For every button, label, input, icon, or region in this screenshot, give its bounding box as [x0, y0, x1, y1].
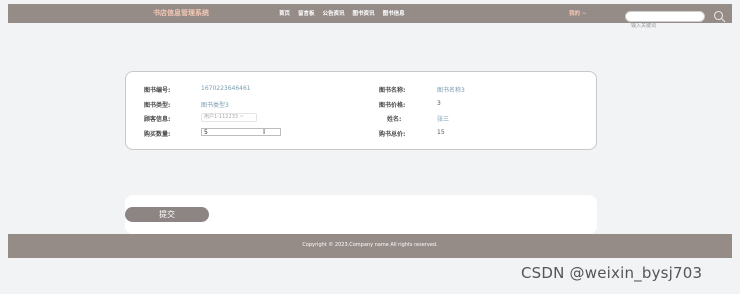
footer: Copyright © 2023.Company name All rights… [8, 234, 732, 258]
nav-book-info[interactable]: 图书信息 [383, 9, 405, 17]
nav-book-news[interactable]: 图书资讯 [353, 9, 375, 17]
book-price-label: 图书价格: [379, 102, 406, 109]
quantity-input[interactable] [201, 128, 281, 136]
book-type-value: 图书类型3 [201, 102, 229, 109]
book-name-value: 图书名称3 [437, 87, 465, 94]
text-cursor-icon: I [263, 128, 266, 136]
search-box [625, 11, 705, 31]
nav-announcements[interactable]: 公告资讯 [323, 9, 345, 17]
quantity-label: 购买数量: [144, 131, 171, 138]
book-no-label: 图书编号: [144, 87, 171, 94]
customer-select[interactable]: 用户1-112233 ~ [201, 113, 257, 122]
watermark: CSDN @weixin_bysj703 [521, 264, 703, 282]
name-label: 姓名: [387, 116, 402, 123]
copyright-text: Copyright © 2023.Company name All rights… [302, 242, 438, 248]
main-nav: 首页 留言板 公告资讯 图书资讯 图书信息 [279, 9, 405, 17]
nav-home[interactable]: 首页 [279, 9, 290, 17]
search-input[interactable] [626, 21, 703, 31]
total-label: 购书总价: [379, 131, 406, 138]
name-value: 张三 [437, 116, 450, 123]
book-name-label: 图书名称: [379, 87, 406, 94]
top-navbar: 书店信息管理系统 首页 留言板 公告资讯 图书资讯 图书信息 我的 ~ [8, 4, 732, 31]
search-icon[interactable] [713, 10, 726, 23]
total-value: 15 [437, 129, 445, 136]
book-price-value: 3 [437, 100, 441, 107]
nav-message-board[interactable]: 留言板 [298, 9, 315, 17]
site-title[interactable]: 书店信息管理系统 [153, 8, 209, 18]
book-type-label: 图书类型: [144, 102, 171, 109]
order-form-card: 图书编号: 1670223646461 图书名称: 图书名称3 图书类型: 图书… [125, 71, 597, 150]
book-no-value: 1670223646461 [201, 85, 251, 92]
submit-button[interactable]: 提交 [125, 207, 209, 222]
customer-label: 顾客信息: [144, 116, 171, 123]
user-menu[interactable]: 我的 ~ [569, 9, 587, 17]
